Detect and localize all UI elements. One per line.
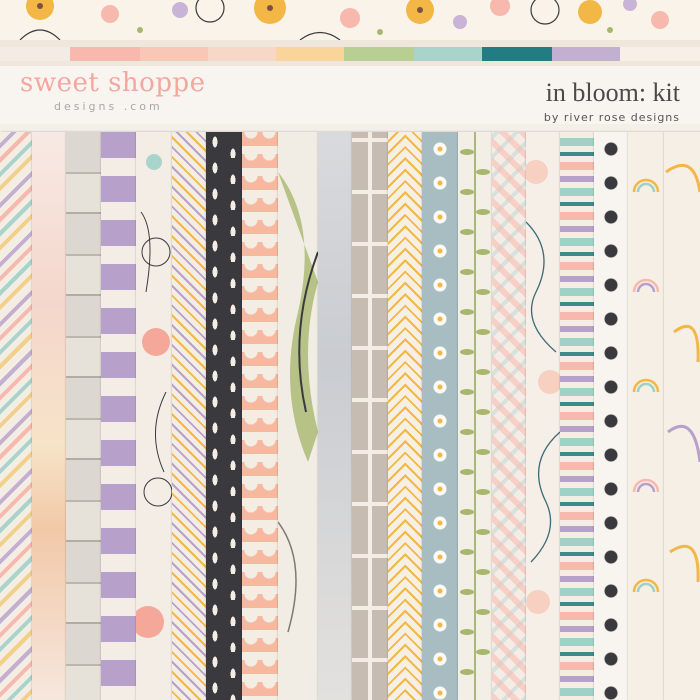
lavender-stripe-icon — [101, 132, 136, 700]
palette-swatch — [620, 47, 700, 61]
watercolor-wash-icon — [32, 132, 66, 700]
paper-strip-gallery — [0, 124, 700, 700]
palette-swatch — [276, 47, 344, 61]
palette-swatch — [140, 47, 208, 61]
rose-doodle-icon — [594, 132, 628, 700]
palette-swatch — [482, 47, 552, 61]
kit-title: in bloom: kit — [545, 78, 680, 107]
palette-swatch — [552, 47, 620, 61]
swirl-icon — [526, 160, 560, 614]
palette-swatch — [70, 47, 140, 61]
kit-byline: by river rose designs — [543, 111, 680, 124]
loop-icon — [665, 163, 700, 583]
color-palette-strip — [0, 40, 700, 66]
mustard-herringbone-icon — [388, 132, 422, 700]
grey-watercolor-icon — [318, 132, 352, 700]
brand-logo: sweet shoppe — [20, 68, 206, 98]
peach-scallop-icon — [242, 132, 278, 700]
palette-swatch — [414, 47, 482, 61]
rainbow-icon — [628, 132, 664, 700]
fern-icon — [460, 132, 490, 700]
chevron-pastel-icon — [172, 132, 206, 700]
mustard-loop-icon — [664, 132, 700, 700]
rainbow-icon — [632, 178, 660, 593]
diagonal-stripe-pastel-icon — [0, 132, 32, 700]
teal-swirl-icon — [526, 132, 560, 700]
header-banner: sweet shoppe designs .com in bloom: kit … — [0, 66, 700, 124]
palette-swatch — [0, 47, 70, 61]
flower-icon — [19, 0, 669, 40]
charcoal-leaf-icon — [206, 132, 242, 700]
floral-sketch-icon — [136, 132, 172, 700]
palette-swatch — [344, 47, 414, 61]
wood-plank-icon — [66, 132, 101, 700]
taupe-cross-icon — [352, 132, 388, 700]
floral-pattern-banner — [0, 0, 700, 40]
blue-daisy-icon — [422, 132, 458, 700]
flower-icon — [136, 154, 172, 638]
brand-subtitle: designs .com — [54, 100, 163, 113]
green-fern-icon — [458, 132, 492, 700]
brushstroke-icon — [278, 172, 318, 633]
green-brushstroke-icon — [278, 132, 318, 700]
teal-ikat-icon — [560, 132, 594, 700]
pink-plaid-icon — [492, 132, 526, 700]
palette-swatch — [208, 47, 276, 61]
